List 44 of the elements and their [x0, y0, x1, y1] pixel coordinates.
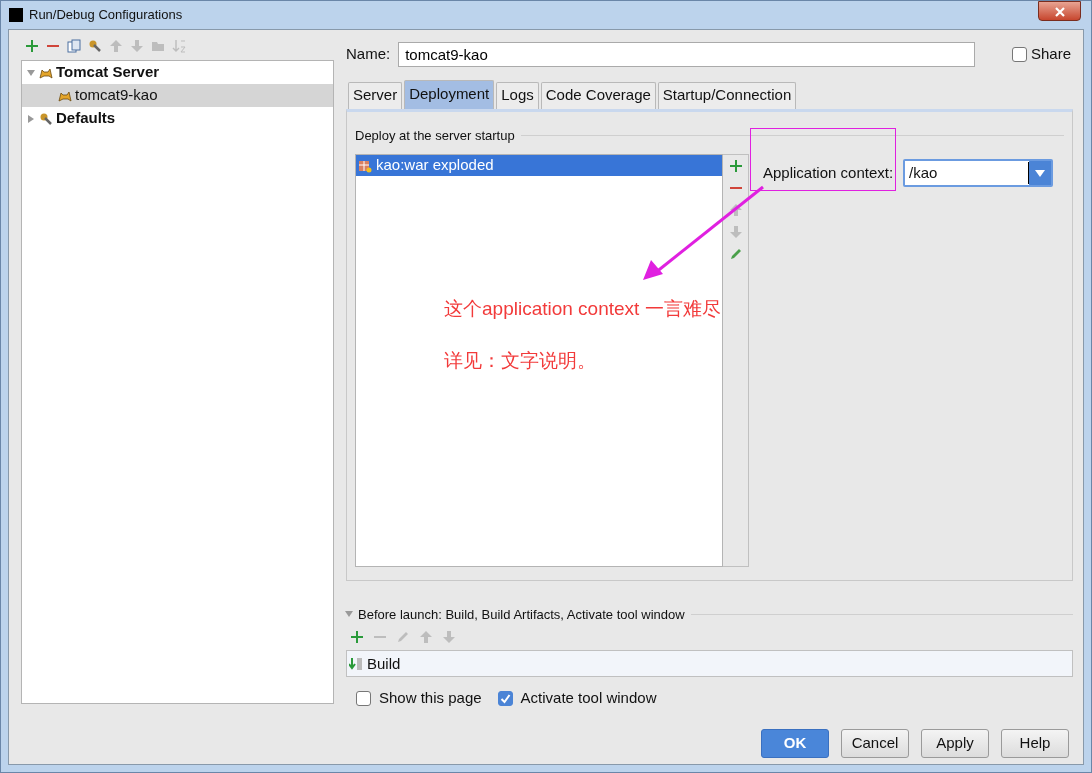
- tab[interactable]: Server: [348, 82, 403, 109]
- wrench-icon[interactable]: [39, 111, 53, 126]
- task-item[interactable]: Build: [349, 653, 401, 676]
- section-title: Before launch: Build, Build Artifacts, Activate tool window: [358, 605, 685, 624]
- annotation-text: 这个application context 一言难尽: [444, 297, 721, 321]
- option-label: Show this page: [379, 688, 482, 708]
- close-icon: [1054, 7, 1065, 18]
- window-title: Run/Debug Configurations: [29, 6, 183, 25]
- annotation-text: 详见：文字说明。: [444, 349, 596, 373]
- checkbox[interactable]: [356, 690, 371, 706]
- share-label: Share: [1030, 43, 1071, 64]
- tab[interactable]: Deployment: [404, 80, 495, 109]
- plus-icon[interactable]: [350, 630, 364, 644]
- dialog-button[interactable]: Apply: [921, 728, 989, 758]
- tree-item[interactable]: Tomcat Server: [22, 61, 333, 84]
- tab[interactable]: Startup/Connection: [657, 82, 797, 109]
- close-button[interactable]: [1038, 1, 1081, 21]
- wrench-icon[interactable]: [88, 39, 102, 53]
- tab[interactable]: Logs: [496, 82, 539, 109]
- option-label: Activate tool window: [520, 688, 657, 708]
- artifact-item[interactable]: kao:war exploded: [356, 155, 722, 176]
- copy-icon[interactable]: [67, 39, 81, 53]
- tab[interactable]: Code Coverage: [540, 82, 656, 109]
- context-combobox[interactable]: /kao: [903, 159, 1054, 187]
- checkbox[interactable]: [1011, 46, 1027, 62]
- build-icon: [349, 657, 363, 672]
- artifact-icon: [358, 158, 372, 173]
- plus-icon[interactable]: [728, 159, 743, 173]
- checkbox[interactable]: [497, 690, 513, 706]
- tree-item[interactable]: Defaults: [22, 107, 333, 130]
- dialog-button[interactable]: Cancel: [841, 728, 909, 758]
- expand-arrow-icon[interactable]: [26, 113, 36, 124]
- plus-icon[interactable]: [25, 39, 39, 53]
- name-field[interactable]: tomcat9-kao: [398, 41, 976, 67]
- app-icon: [9, 8, 23, 22]
- pencil-icon[interactable]: [728, 247, 743, 261]
- collapse-arrow-icon[interactable]: [26, 67, 36, 78]
- dropdown-arrow-icon: [1035, 169, 1046, 177]
- section-title: Deploy at the server startup: [355, 126, 515, 145]
- dialog-button[interactable]: Help: [1001, 728, 1069, 758]
- tree-item[interactable]: tomcat9-kao: [22, 84, 333, 107]
- context-label: Application context:: [763, 162, 894, 183]
- name-label: Name:: [346, 43, 391, 64]
- dialog-button[interactable]: OK: [761, 728, 829, 758]
